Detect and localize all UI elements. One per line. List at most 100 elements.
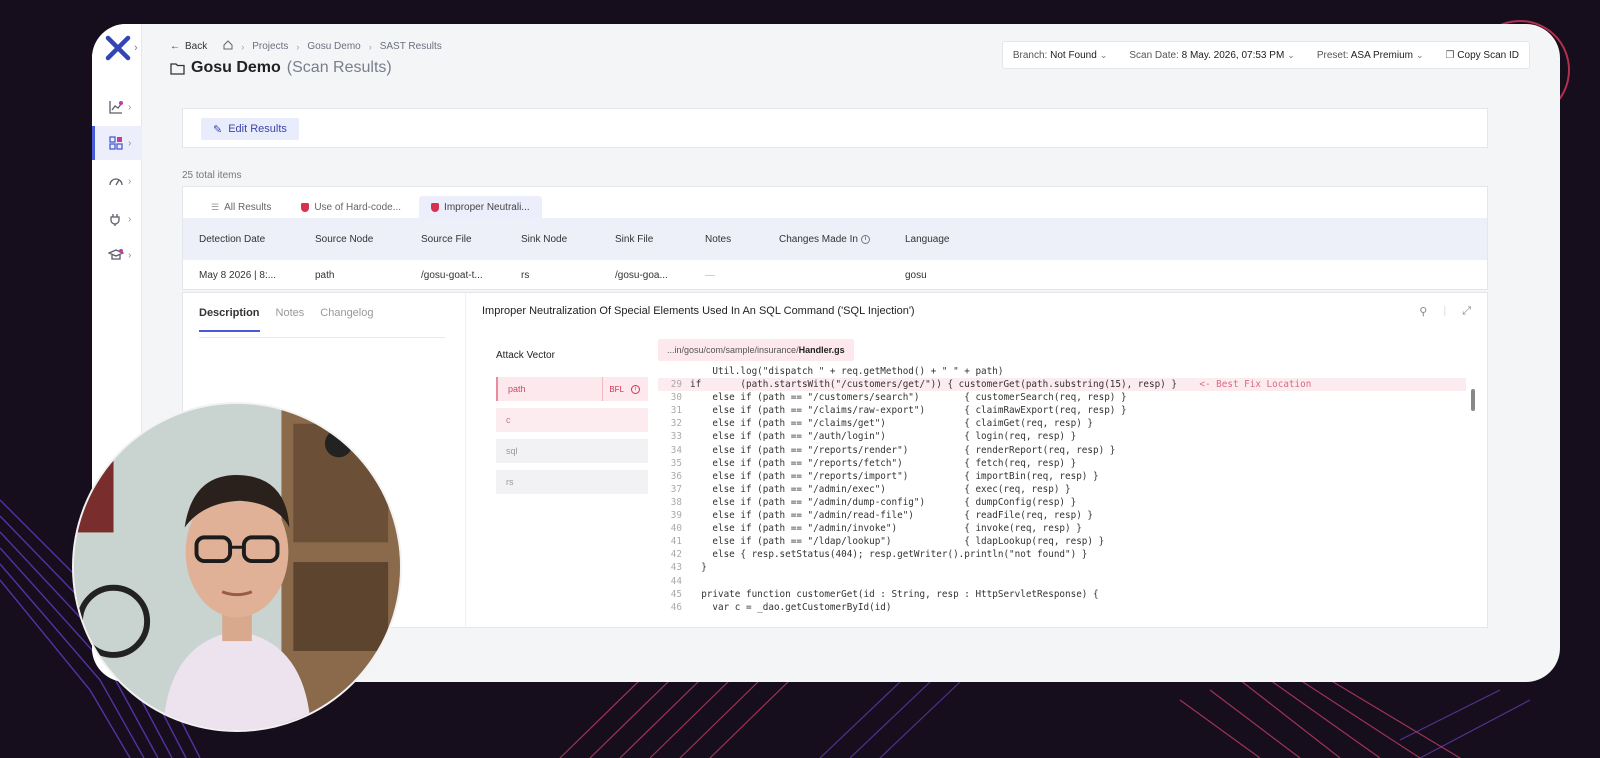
tab-label: Use of Hard-code... — [314, 201, 402, 213]
source-file-path: ...in/gosu/com/sample/insurance/Handler.… — [658, 339, 854, 361]
back-button[interactable]: ← Back — [170, 41, 207, 52]
scan-date-value: 8 May. 2026, 07:53 PM — [1181, 49, 1285, 61]
column-header[interactable]: Notes — [705, 218, 731, 260]
cell-language: gosu — [905, 269, 927, 281]
info-icon[interactable]: i — [631, 384, 640, 394]
shield-icon — [301, 202, 310, 212]
cell-source-node: path — [315, 269, 335, 281]
node-label: path — [508, 384, 526, 394]
logo-icon[interactable] — [104, 34, 132, 62]
nav-applications[interactable]: › — [92, 126, 142, 160]
best-fix-hint: <- Best Fix Location — [1176, 379, 1312, 391]
breadcrumb-current: SAST Results — [379, 41, 442, 52]
scan-date-label: Scan Date: — [1129, 49, 1179, 61]
arrow-left-icon: ← — [170, 41, 180, 52]
chevron-right-icon: › — [296, 41, 300, 52]
divider — [199, 337, 445, 338]
line-number: 31 — [670, 405, 682, 417]
code-line: 45 private function customerGet(id : Str… — [658, 588, 1466, 601]
code-line: Util.log("dispatch " + req.getMethod() +… — [658, 365, 1466, 378]
presenter-video — [74, 404, 400, 730]
code-viewer[interactable]: Util.log("dispatch " + req.getMethod() +… — [658, 365, 1466, 613]
best-fix-location-badge: BFL i — [602, 377, 640, 401]
attack-vector-node[interactable]: c — [496, 408, 648, 432]
code-line: 30 else if (path == "/customers/search")… — [658, 391, 1466, 404]
preset-label: Preset: — [1316, 49, 1349, 61]
page-header: ← Back › Projects › Gosu Demo › SAST Res… — [170, 40, 1530, 100]
code-text: else if (path == "/customers/search") { … — [690, 392, 1127, 404]
code-line: 39 else if (path == "/admin/read-file") … — [658, 509, 1466, 522]
nav-integrations[interactable]: › — [92, 202, 142, 236]
table-row[interactable]: May 8 2026 | 8:... path /gosu-goat-t... … — [183, 260, 1487, 290]
column-header[interactable]: Sink File — [615, 218, 653, 260]
code-text: else if (path == "/admin/dump-config") {… — [690, 496, 1077, 508]
code-line: 46 var c = _dao.getCustomerById(id) — [658, 601, 1466, 613]
copy-scan-id-button[interactable]: ❐ Copy Scan ID — [1446, 50, 1519, 61]
branch-selector[interactable]: Branch: Not Found ⌄ — [1013, 50, 1108, 61]
attack-vector-node[interactable]: path BFL i — [496, 377, 648, 401]
code-text: else if (path == "/admin/invoke") { invo… — [690, 523, 1082, 535]
code-text: else if (path == "/reports/render") { re… — [690, 444, 1116, 456]
file-path-prefix: ...in/gosu/com/sample/insurance/ — [667, 345, 799, 355]
edit-results-button[interactable]: ✎ Edit Results — [201, 118, 299, 140]
code-line: 38 else if (path == "/admin/dump-config"… — [658, 496, 1466, 509]
breadcrumb-project[interactable]: Gosu Demo — [307, 41, 360, 52]
column-header[interactable]: Language — [905, 218, 950, 260]
code-line: 41 else if (path == "/ldap/lookup") { ld… — [658, 535, 1466, 548]
tab-changelog[interactable]: Changelog — [320, 307, 373, 332]
scan-metadata-bar: Branch: Not Found ⌄ Scan Date: 8 May. 202… — [1001, 41, 1530, 69]
column-header[interactable]: Source Node — [315, 218, 373, 260]
code-line: 42 else { resp.setStatus(404); resp.getW… — [658, 548, 1466, 561]
column-header[interactable]: Detection Date — [199, 218, 265, 260]
line-number: 38 — [670, 496, 682, 508]
total-items-count: 25 total items — [182, 170, 242, 181]
attack-vector-node[interactable]: sql — [496, 439, 648, 463]
scrollbar-thumb[interactable] — [1471, 389, 1475, 411]
code-line: 31 else if (path == "/claims/raw-export"… — [658, 404, 1466, 417]
attack-vector-label: Attack Vector — [496, 350, 555, 361]
tab-improper-neutralization[interactable]: Improper Neutrali... — [419, 196, 542, 218]
presenter-webcam — [72, 402, 402, 732]
tab-all-results[interactable]: ☰ All Results — [199, 196, 283, 218]
attack-vector-node[interactable]: rs — [496, 470, 648, 494]
home-icon[interactable] — [223, 40, 233, 53]
expand-chevron-icon[interactable]: › — [134, 42, 138, 54]
divider: | — [1443, 305, 1447, 317]
tab-notes[interactable]: Notes — [276, 307, 305, 332]
detail-tabs: Description Notes Changelog — [199, 307, 373, 332]
line-number: 30 — [670, 392, 682, 404]
expand-icon[interactable]: ⤢ — [1462, 305, 1471, 318]
info-icon[interactable]: i — [860, 234, 870, 244]
column-header-changes[interactable]: Changes Made In i — [779, 218, 870, 260]
line-number: 37 — [670, 483, 682, 495]
actions-panel: ✎ Edit Results — [182, 108, 1488, 148]
code-line: 36 else if (path == "/reports/import") {… — [658, 470, 1466, 483]
chevron-right-icon: › — [128, 175, 132, 187]
code-line: 40 else if (path == "/admin/invoke") { i… — [658, 522, 1466, 535]
copy-scan-id-label: Copy Scan ID — [1457, 49, 1519, 61]
code-text: else if (path == "/claims/raw-export") {… — [690, 405, 1127, 417]
node-label: rs — [506, 477, 514, 487]
preset-value: ASA Premium — [1350, 49, 1413, 61]
nav-dashboard[interactable]: › — [92, 90, 142, 124]
tab-hardcoded[interactable]: Use of Hard-code... — [289, 196, 413, 218]
column-header[interactable]: Sink Node — [521, 218, 567, 260]
code-text: } — [690, 562, 707, 574]
scan-date-selector[interactable]: Scan Date: 8 May. 2026, 07:53 PM ⌄ — [1129, 50, 1294, 61]
code-text: else if (path == "/reports/import") { im… — [690, 470, 1099, 482]
tab-description[interactable]: Description — [199, 307, 260, 332]
chevron-right-icon: › — [128, 101, 132, 113]
breadcrumb-projects[interactable]: Projects — [252, 41, 288, 52]
column-header-label: Changes Made In — [779, 233, 858, 245]
line-number: 39 — [670, 510, 682, 522]
preset-selector[interactable]: Preset: ASA Premium ⌄ — [1317, 50, 1424, 61]
code-text: else { resp.setStatus(404); resp.getWrit… — [690, 549, 1088, 561]
search-icon[interactable]: ⚲ — [1419, 305, 1427, 318]
nav-learning[interactable]: › — [92, 238, 142, 272]
column-header[interactable]: Source File — [421, 218, 472, 260]
chevron-down-icon: ⌄ — [1287, 49, 1295, 60]
cell-sink-file: /gosu-goa... — [615, 269, 668, 281]
file-name: Handler.gs — [798, 345, 845, 355]
nav-risk[interactable]: › — [92, 164, 142, 198]
code-text: else if (path == "/auth/login") { login(… — [690, 431, 1077, 443]
